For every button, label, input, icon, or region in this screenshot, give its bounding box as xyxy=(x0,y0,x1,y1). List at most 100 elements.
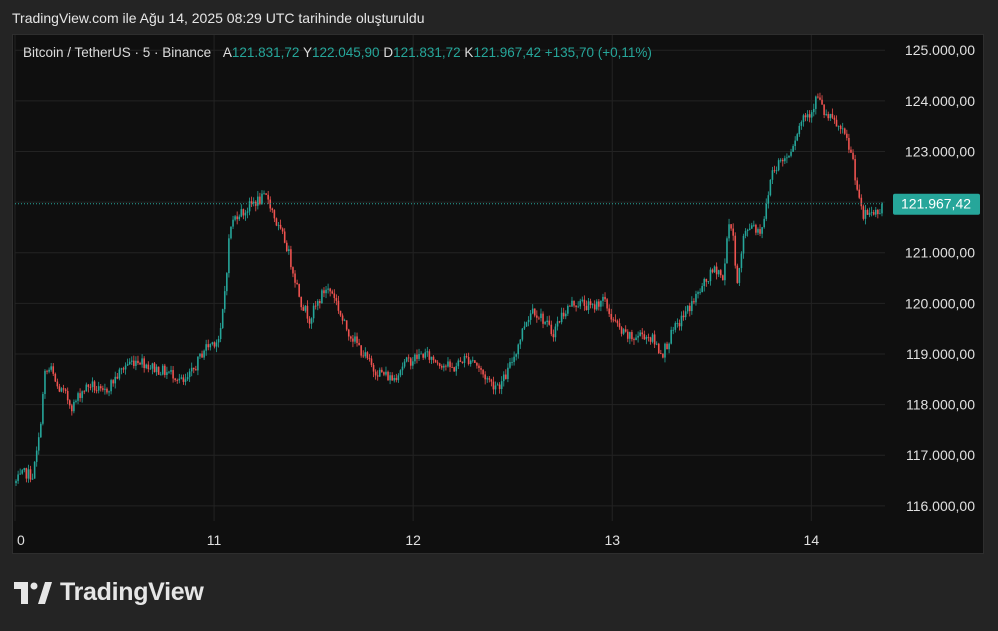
candle-body xyxy=(52,366,55,374)
candle-body xyxy=(157,366,160,375)
candle-body xyxy=(333,293,336,298)
candle-body xyxy=(513,356,515,363)
candle-body xyxy=(771,170,774,180)
candle-body xyxy=(848,137,850,150)
candle-body xyxy=(614,319,617,321)
candle-body xyxy=(550,324,553,335)
candle-body xyxy=(529,313,532,320)
candle-body xyxy=(290,249,292,268)
candle-body xyxy=(786,157,788,159)
candle-body xyxy=(176,380,179,381)
candle-body xyxy=(567,305,569,314)
candle-body xyxy=(604,296,606,300)
candlestick-chart[interactable]: 121.967,42 125.000,00 124.000,00 123.000,0… xyxy=(13,35,985,555)
y-tick-label: 125.000,00 xyxy=(905,42,975,58)
candle-body xyxy=(616,320,619,324)
candle-body xyxy=(391,375,393,381)
candle-body xyxy=(203,350,205,358)
candle-body xyxy=(60,388,63,392)
candle-body xyxy=(476,362,478,366)
candle-body xyxy=(808,114,811,118)
candle-body xyxy=(527,319,530,323)
candle-body xyxy=(767,195,770,204)
candle-body xyxy=(236,216,238,220)
candle-body xyxy=(881,203,883,214)
candle-body xyxy=(161,365,164,375)
candle-body xyxy=(122,368,125,370)
candle-body xyxy=(531,308,534,314)
candle-body xyxy=(544,321,546,324)
candle-body xyxy=(715,266,718,275)
candle-body xyxy=(831,113,834,118)
candle-body xyxy=(552,334,555,338)
candle-body xyxy=(81,391,83,398)
candle-body xyxy=(246,211,249,213)
candle-body xyxy=(546,320,548,322)
candle-body xyxy=(773,170,776,172)
candle-body xyxy=(133,360,135,366)
change-value: +135,70 (+0,11%) xyxy=(544,45,652,60)
candle-body xyxy=(232,219,234,227)
chart-pane[interactable]: 121.967,42 125.000,00 124.000,00 123.000,0… xyxy=(12,34,984,554)
candle-body xyxy=(91,381,94,387)
candle-body xyxy=(190,367,193,372)
candle-body xyxy=(114,376,117,384)
candle-body xyxy=(649,337,652,342)
candle-body xyxy=(215,342,218,347)
candle-body xyxy=(579,300,582,307)
candle-body xyxy=(128,361,131,365)
candle-body xyxy=(728,224,730,239)
candle-body xyxy=(54,373,57,382)
candle-body xyxy=(593,304,596,310)
candle-body xyxy=(511,362,513,363)
candle-body xyxy=(31,478,34,480)
candle-body xyxy=(130,360,133,362)
candle-body xyxy=(666,343,668,350)
x-tick-label: 14 xyxy=(804,532,820,548)
candle-body xyxy=(137,360,139,364)
candle-body xyxy=(99,386,102,389)
candle-body xyxy=(364,352,367,357)
candle-body xyxy=(622,329,625,334)
candle-body xyxy=(819,97,821,100)
open-key: A xyxy=(222,45,232,60)
candle-body xyxy=(240,209,243,217)
candle-body xyxy=(438,363,441,367)
candle-body xyxy=(430,356,433,360)
candle-body xyxy=(372,364,375,372)
candle-body xyxy=(810,112,813,118)
candle-body xyxy=(610,313,613,320)
candle-body xyxy=(226,273,228,292)
y-tick-label: 120.000,00 xyxy=(905,295,975,311)
x-tick-label: 12 xyxy=(405,532,421,548)
candle-body xyxy=(40,423,42,438)
candle-body xyxy=(496,384,499,386)
candle-body xyxy=(457,360,460,367)
candle-body xyxy=(571,300,573,307)
candle-body xyxy=(58,386,61,392)
candle-body xyxy=(806,114,809,118)
time-axis: 0 11 12 13 14 xyxy=(17,532,819,548)
candle-body xyxy=(381,369,383,373)
candle-body xyxy=(779,159,782,161)
candle-body xyxy=(548,320,551,325)
candle-body xyxy=(273,210,276,219)
candle-body xyxy=(691,301,693,312)
candle-body xyxy=(201,353,203,358)
candle-body xyxy=(697,292,699,294)
candle-body xyxy=(85,384,88,392)
candle-body xyxy=(436,362,439,364)
tradingview-wordmark: TradingView xyxy=(60,578,204,606)
candle-body xyxy=(97,386,100,391)
tradingview-logo[interactable]: TradingView xyxy=(14,578,204,607)
candle-body xyxy=(509,362,511,368)
candle-body xyxy=(602,296,604,301)
low-value: 121.831,72 xyxy=(393,45,461,60)
candle-body xyxy=(502,374,505,382)
candle-body xyxy=(651,334,654,342)
candle-body xyxy=(726,238,728,264)
candle-body xyxy=(558,321,561,323)
candle-body xyxy=(765,203,768,219)
candle-body xyxy=(360,345,362,356)
candle-body xyxy=(188,371,191,378)
